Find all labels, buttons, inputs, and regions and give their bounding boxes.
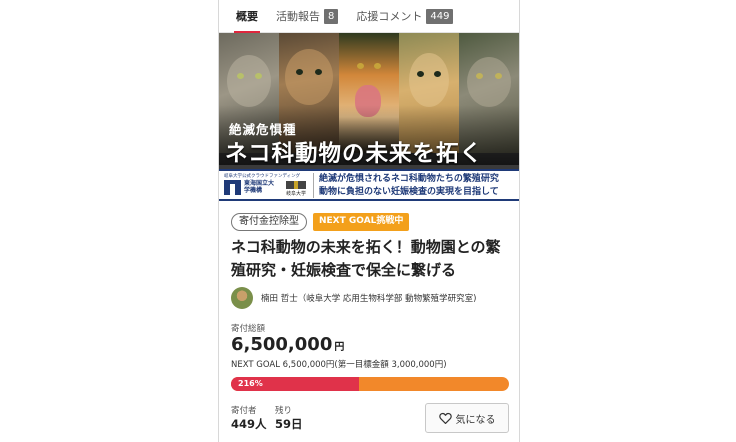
donors-count: 449人 — [231, 417, 267, 431]
progress-percent: 216% — [238, 379, 263, 388]
favorite-button[interactable]: 気になる — [425, 403, 509, 433]
next-goal-text: NEXT GOAL 6,500,000円(第一目標金額 3,000,000円) — [231, 360, 447, 370]
hero-title: ネコ科動物の未来を拓く — [225, 141, 484, 167]
project-badges: 寄付金控除型 NEXT GOAL挑戦中 — [231, 213, 410, 231]
project-title: ネコ科動物の未来を拓く！動物園との繁殖研究・妊娠検査で保全に繋げる — [231, 238, 501, 279]
remaining-label: 残り — [275, 406, 293, 416]
avatar[interactable] — [231, 287, 253, 309]
next-goal-badge: NEXT GOAL挑戦中 — [313, 213, 410, 231]
total-donation-value: 6,500,000 — [231, 334, 333, 355]
university-logos: 岐阜大学公式クラウドファンディング 東海国立大学機構 岐阜大学 — [222, 173, 314, 198]
total-donation-amount: 6,500,000 円 — [231, 334, 344, 355]
progress-bar: 216% — [231, 377, 509, 391]
tab-support-comments-label: 応援コメント — [356, 10, 423, 23]
project-author[interactable]: 楠田 哲士（岐阜大学 応用生物科学部 動物繁殖学研究室) — [231, 287, 476, 309]
total-donation-label: 寄付総額 — [231, 324, 266, 334]
tab-overview-label: 概要 — [236, 10, 258, 23]
tab-activity-reports-label: 活動報告 — [276, 10, 320, 23]
total-donation-unit: 円 — [334, 342, 345, 353]
logo-org-name: 東海国立大学機構 — [244, 180, 275, 194]
tax-deduction-badge: 寄付金控除型 — [231, 213, 307, 231]
donors-label: 寄付者 — [231, 406, 257, 416]
activity-reports-count: 8 — [324, 8, 339, 24]
gifu-logo: 岐阜大学 — [281, 181, 311, 197]
gifu-logo-name: 岐阜大学 — [285, 191, 306, 197]
hero-band-line-1: 絶滅が危惧されるネコ科動物たちの繁殖研究 — [319, 174, 499, 184]
tokai-logo-icon — [224, 180, 241, 195]
tab-bar: 概要 活動報告 8 応援コメント 449 — [219, 0, 519, 33]
hero-info-band: 岐阜大学公式クラウドファンディング 東海国立大学機構 岐阜大学 絶滅が危惧される… — [219, 169, 519, 201]
tab-support-comments[interactable]: 応援コメント 449 — [356, 0, 454, 32]
hero-image: 絶滅危惧種 ネコ科動物の未来を拓く 岐阜大学公式クラウドファンディング 東海国立… — [219, 33, 519, 201]
remaining-days: 59日 — [275, 417, 303, 431]
logo-caption: 岐阜大学公式クラウドファンディング — [224, 174, 301, 179]
hero-band-line-2: 動物に負担のない妊娠検査の実現を目指して — [319, 187, 499, 197]
hero-band-text: 絶滅が危惧されるネコ科動物たちの繁殖研究 動物に負担のない妊娠検査の実現を目指し… — [319, 173, 499, 199]
support-comments-count: 449 — [426, 8, 454, 24]
project-card: 概要 活動報告 8 応援コメント 449 絶滅危惧種 ネコ科動物の未来を拓く 岐… — [218, 0, 520, 442]
tab-overview[interactable]: 概要 — [234, 0, 260, 33]
heart-icon — [438, 412, 452, 424]
gifu-logo-icon — [286, 181, 306, 189]
author-name[interactable]: 楠田 哲士（岐阜大学 応用生物科学部 動物繁殖学研究室) — [261, 292, 476, 304]
favorite-label: 気になる — [455, 414, 496, 426]
tab-activity-reports[interactable]: 活動報告 8 — [276, 0, 339, 32]
